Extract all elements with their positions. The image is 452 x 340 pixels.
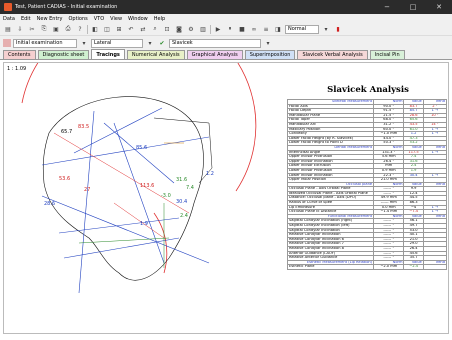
menu-window[interactable]: Window	[125, 16, 151, 22]
chevron-down-icon[interactable]: ▾	[321, 24, 331, 34]
menu-help[interactable]: Help	[151, 16, 168, 22]
tracing-canvas[interactable]: 1 : 1.09 83.5 65.7 85.6 27 53.6 28.6 1.2…	[3, 62, 449, 334]
stop-icon[interactable]: ■	[237, 24, 247, 34]
skull-outline	[42, 96, 204, 281]
tab-contents[interactable]: Contents	[3, 50, 36, 59]
measure-label: 30.4	[176, 199, 188, 205]
tracing-arc	[21, 63, 257, 192]
equals-icon[interactable]: ≡	[261, 24, 271, 34]
split-icon[interactable]: ◨	[273, 24, 283, 34]
measure-label: 53.6	[59, 176, 71, 182]
measure-label: 85.6	[136, 145, 148, 151]
tab-numerical-analysis[interactable]: Numerical Analysis	[126, 50, 185, 59]
tab-superimposition[interactable]: Superimposition	[244, 50, 296, 59]
measure-label: 2.4	[180, 213, 188, 219]
help-icon[interactable]: ?	[75, 24, 85, 34]
title-bar: Test, Patient CADIAS - Initial examinati…	[0, 0, 452, 14]
menu-bar: Data Edit New Entry Options VTO View Win…	[0, 14, 452, 23]
menu-options[interactable]: Options	[65, 16, 90, 22]
camera-icon[interactable]: ◙	[174, 24, 184, 34]
close-button[interactable]: ✕	[426, 0, 452, 14]
link-icon[interactable]: ∞	[249, 24, 259, 34]
play-icon[interactable]: ▶	[213, 24, 223, 34]
analysis-title: Slavicek Analysis	[327, 85, 409, 95]
copy-icon[interactable]: ⎘	[39, 24, 49, 34]
pause-icon[interactable]: ⏸	[225, 24, 235, 34]
measure-label: 1.2	[206, 171, 214, 177]
measurement-name: Esthetic Plane	[286, 264, 375, 270]
tab-graphical-analysis[interactable]: Graphical Analysis	[186, 50, 243, 59]
grid-tool-icon[interactable]: ⊡	[162, 24, 172, 34]
color-marker-icon[interactable]: ▮	[333, 24, 343, 34]
table-row: Esthetic Plane −2.0 mm −2.4	[286, 264, 448, 270]
menu-edit[interactable]: Edit	[18, 16, 34, 22]
paste-icon[interactable]: ▣	[51, 24, 61, 34]
tab-incisal-pin[interactable]: Incisal Pin	[369, 50, 405, 59]
measure-label: 83.5	[78, 124, 90, 130]
window-title: Test, Patient CADIAS - Initial examinati…	[15, 4, 118, 10]
measure-label: 65.7	[61, 129, 73, 135]
menu-view[interactable]: View	[107, 16, 125, 22]
menu-vto[interactable]: VTO	[91, 16, 107, 22]
trend-cell	[422, 264, 448, 270]
analysis-icon: ✔	[159, 39, 165, 47]
analysis-select[interactable]: Slavicek	[169, 38, 261, 48]
minimize-button[interactable]: −	[374, 0, 400, 14]
chevron-down-icon[interactable]: ▾	[263, 38, 273, 48]
measurement-name: Idealized Occlusal Plane - Axis Orbital …	[286, 190, 375, 197]
tab-slavicek-verbal-analysis[interactable]: Slavicek Verbal Analysis	[297, 50, 368, 59]
menu-data[interactable]: Data	[0, 16, 18, 22]
chevron-down-icon[interactable]: ▾	[79, 38, 89, 48]
rotate-tool-icon[interactable]: ↶	[126, 24, 136, 34]
measure-label: 1.9	[140, 221, 148, 227]
open-icon[interactable]: ⇩	[15, 24, 25, 34]
tab-diagnostic-sheet[interactable]: Diagnostic sheet	[37, 50, 90, 59]
tab-bar: Contents Diagnostic sheet Tracings Numer…	[0, 49, 452, 60]
landmark-tool-icon[interactable]: ◫	[102, 24, 112, 34]
cut-icon[interactable]: ✂	[27, 24, 37, 34]
flip-tool-icon[interactable]: ⇄	[138, 24, 148, 34]
toolbar-separator	[210, 24, 211, 34]
toolbar-separator	[87, 24, 88, 34]
print-icon[interactable]: ⎙	[63, 24, 73, 34]
red-reference-lines	[53, 132, 190, 239]
tracing-tool-icon[interactable]: ◧	[90, 24, 100, 34]
tracing-arc	[153, 212, 168, 274]
measure-label: 113.6	[140, 183, 155, 189]
settings-icon[interactable]: ⚙	[186, 24, 196, 34]
image-icon[interactable]: ▥	[198, 24, 208, 34]
zoom-mode-select[interactable]: Normal	[285, 24, 319, 34]
measure-label: 31.6	[176, 177, 188, 183]
maximize-button[interactable]: □	[400, 0, 426, 14]
measure-tool-icon[interactable]: ⊞	[114, 24, 124, 34]
menu-new-entry[interactable]: New Entry	[34, 16, 66, 22]
analysis-panel: Slavicek Analysis Skeletal Measurement No…	[286, 79, 448, 329]
examination-select[interactable]: Initial examination	[13, 38, 77, 48]
green-reference-lines	[78, 203, 170, 268]
tab-tracings[interactable]: Tracings	[91, 49, 125, 59]
app-icon	[4, 3, 12, 11]
measure-label: 27	[84, 187, 91, 193]
patient-color-icon	[3, 39, 11, 47]
measure-label: -3.0	[161, 193, 171, 199]
analysis-table: Skeletal Measurement Norm Value Trend Facial…	[286, 99, 448, 270]
zoom-tool-icon[interactable]: ⌕	[150, 24, 160, 34]
chevron-down-icon[interactable]: ▾	[145, 38, 155, 48]
view-select[interactable]: Lateral	[91, 38, 143, 48]
new-file-icon[interactable]: ▤	[3, 24, 13, 34]
norm-cell: −2.0 mm	[373, 264, 405, 270]
value-cell: −2.4	[403, 264, 424, 270]
selector-row: Initial examination ▾ Lateral ▾ ✔ Slavic…	[0, 36, 452, 50]
measure-label: 7.4	[186, 185, 194, 191]
toolbar: ▤ ⇩ ✂ ⎘ ▣ ⎙ ? ◧ ◫ ⊞ ↶ ⇄ ⌕ ⊡ ◙ ⚙ ▥ ▶ ⏸ ■ …	[0, 23, 452, 36]
measure-label: 28.6	[44, 201, 56, 207]
